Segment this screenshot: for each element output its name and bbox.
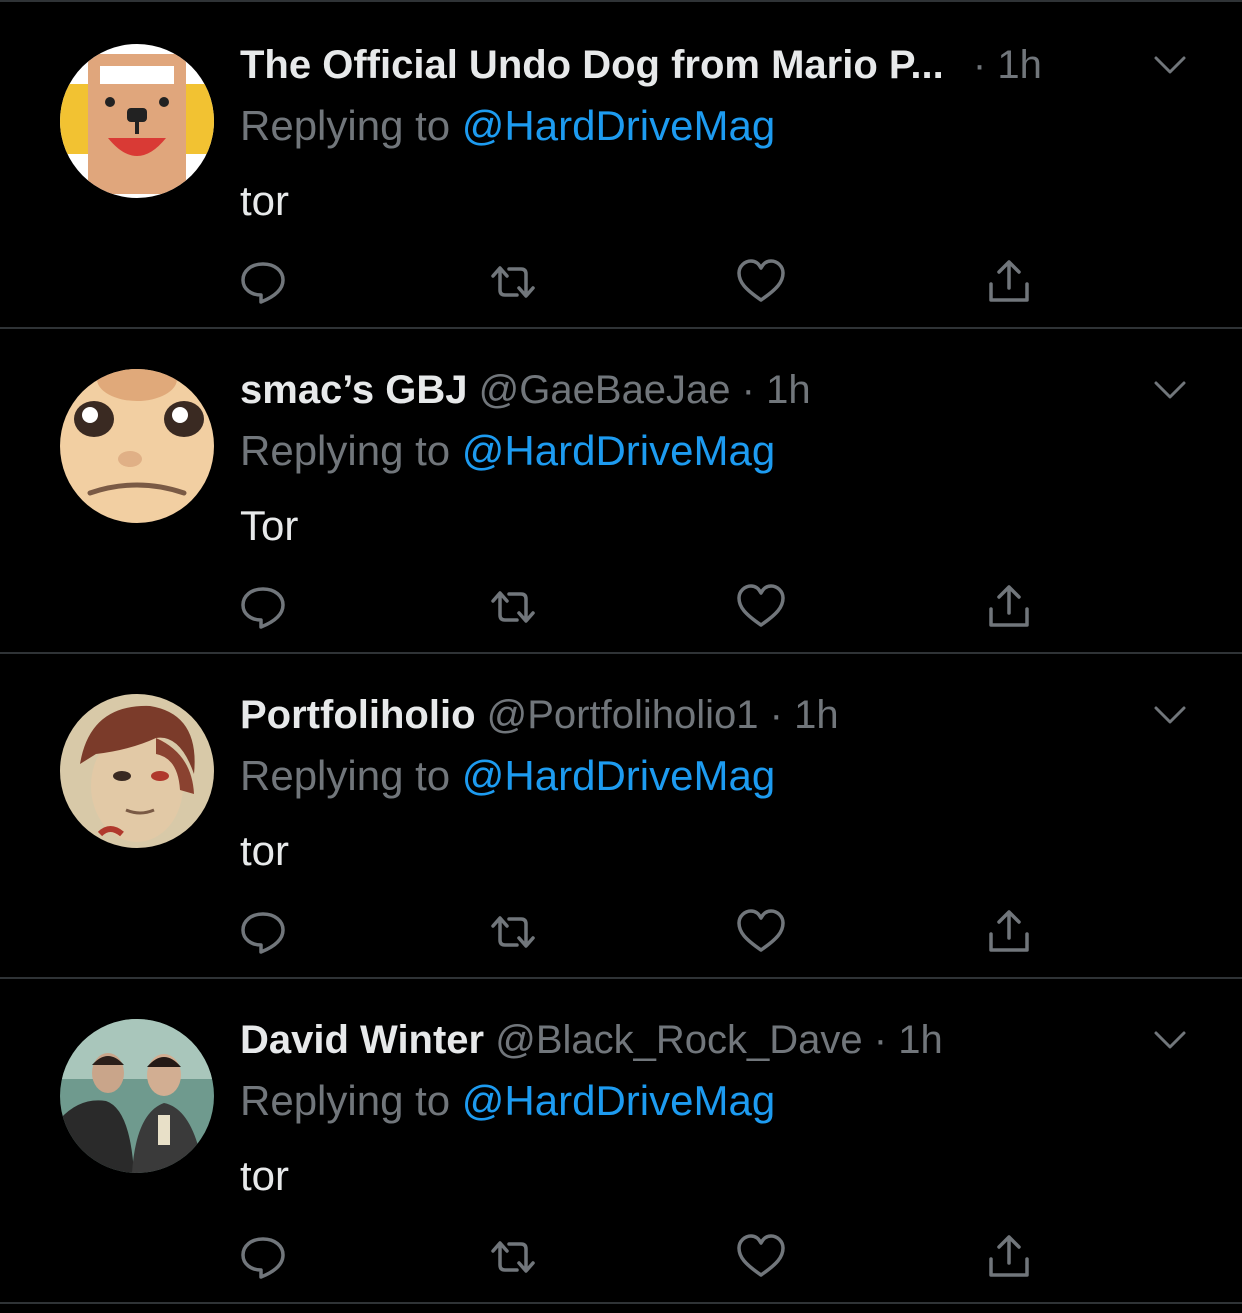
replying-label: Replying to — [240, 752, 462, 799]
tweet-text: Tor — [240, 502, 299, 549]
reply-icon — [241, 1237, 285, 1279]
timestamp[interactable]: 1h — [997, 43, 1042, 87]
action-bar — [0, 577, 1242, 637]
retweet-button[interactable] — [483, 577, 543, 637]
tweet[interactable]: Portfoliholio @Portfoliholio1 · 1h Reply… — [0, 654, 1242, 979]
retweet-icon — [491, 916, 535, 948]
tweet[interactable]: David Winter @Black_Rock_Dave · 1h Reply… — [0, 979, 1242, 1304]
more-options-chevron-icon[interactable] — [1150, 700, 1190, 730]
heart-icon — [737, 909, 785, 952]
display-name[interactable]: Portfoliholio — [240, 693, 476, 737]
retweet-icon — [491, 266, 535, 298]
display-name[interactable]: David Winter — [240, 1018, 484, 1062]
display-name[interactable]: The Official Undo Dog from Mario P... — [240, 43, 944, 87]
user-handle[interactable]: @Portfoliholio1 — [487, 693, 759, 737]
reply-icon — [241, 262, 285, 304]
more-options-chevron-icon[interactable] — [1150, 375, 1190, 405]
tweet-text: tor — [240, 827, 290, 874]
heart-icon — [737, 584, 785, 627]
heart-icon — [737, 259, 785, 302]
tweet-text: tor — [240, 1152, 290, 1199]
tweet-header: The Official Undo Dog from Mario P... · … — [240, 40, 1042, 90]
avatar[interactable] — [60, 369, 214, 523]
reply-button[interactable] — [233, 1227, 293, 1287]
display-name[interactable]: smac’s GBJ — [240, 368, 468, 412]
like-button[interactable] — [731, 902, 791, 962]
reply-button[interactable] — [233, 252, 293, 312]
reply-icon — [241, 912, 285, 954]
mention-link[interactable]: @HardDriveMag — [462, 752, 775, 799]
share-button[interactable] — [979, 252, 1039, 312]
reply-button[interactable] — [233, 902, 293, 962]
replying-to: Replying to @HardDriveMag — [240, 751, 775, 801]
replying-to: Replying to @HardDriveMag — [240, 1076, 775, 1126]
replying-label: Replying to — [240, 1077, 462, 1124]
separator-dot: · — [972, 43, 987, 87]
share-icon — [989, 910, 1029, 952]
replying-label: Replying to — [240, 427, 462, 474]
timestamp[interactable]: 1h — [898, 1018, 943, 1062]
timestamp[interactable]: 1h — [794, 693, 839, 737]
like-button[interactable] — [731, 577, 791, 637]
share-icon — [989, 260, 1029, 302]
action-bar — [0, 1227, 1242, 1287]
share-icon — [989, 585, 1029, 627]
retweet-button[interactable] — [483, 902, 543, 962]
tweet-text: tor — [240, 177, 290, 224]
undo-dog-avatar — [60, 44, 214, 198]
like-button[interactable] — [731, 1227, 791, 1287]
action-bar — [0, 902, 1242, 962]
retweet-icon — [491, 1241, 535, 1273]
mention-link[interactable]: @HardDriveMag — [462, 102, 775, 149]
portrait-avatar — [60, 694, 214, 848]
user-handle[interactable]: @GaeBaeJae — [479, 368, 731, 412]
replying-to: Replying to @HardDriveMag — [240, 426, 775, 476]
share-button[interactable] — [979, 902, 1039, 962]
tweet[interactable]: smac’s GBJ @GaeBaeJae · 1h Replying to @… — [0, 329, 1242, 654]
retweet-button[interactable] — [483, 1227, 543, 1287]
mention-link[interactable]: @HardDriveMag — [462, 427, 775, 474]
more-options-chevron-icon[interactable] — [1150, 50, 1190, 80]
separator-dot: · — [873, 1018, 888, 1062]
share-button[interactable] — [979, 1227, 1039, 1287]
timestamp[interactable]: 1h — [766, 368, 811, 412]
retweet-icon — [491, 591, 535, 623]
avatar[interactable] — [60, 694, 214, 848]
tweet-header: David Winter @Black_Rock_Dave · 1h — [240, 1015, 943, 1065]
mention-link[interactable]: @HardDriveMag — [462, 1077, 775, 1124]
separator-dot: · — [769, 693, 783, 737]
top-divider — [0, 0, 1242, 2]
reply-button[interactable] — [233, 577, 293, 637]
retweet-button[interactable] — [483, 252, 543, 312]
tweet-header: smac’s GBJ @GaeBaeJae · 1h — [240, 365, 811, 415]
more-options-chevron-icon[interactable] — [1150, 1025, 1190, 1055]
share-icon — [989, 1235, 1029, 1277]
like-button[interactable] — [731, 252, 791, 312]
share-button[interactable] — [979, 577, 1039, 637]
face-avatar — [60, 369, 214, 523]
tweet-header: Portfoliholio @Portfoliholio1 · 1h — [240, 690, 839, 740]
tweet[interactable]: The Official Undo Dog from Mario P... · … — [0, 4, 1242, 329]
separator-dot: · — [741, 368, 755, 412]
avatar[interactable] — [60, 44, 214, 198]
action-bar — [0, 252, 1242, 312]
heart-icon — [737, 1234, 785, 1277]
replying-label: Replying to — [240, 102, 462, 149]
photo-avatar — [60, 1019, 214, 1173]
user-handle[interactable]: @Black_Rock_Dave — [495, 1018, 862, 1062]
reply-icon — [241, 587, 285, 629]
avatar[interactable] — [60, 1019, 214, 1173]
replying-to: Replying to @HardDriveMag — [240, 101, 775, 151]
